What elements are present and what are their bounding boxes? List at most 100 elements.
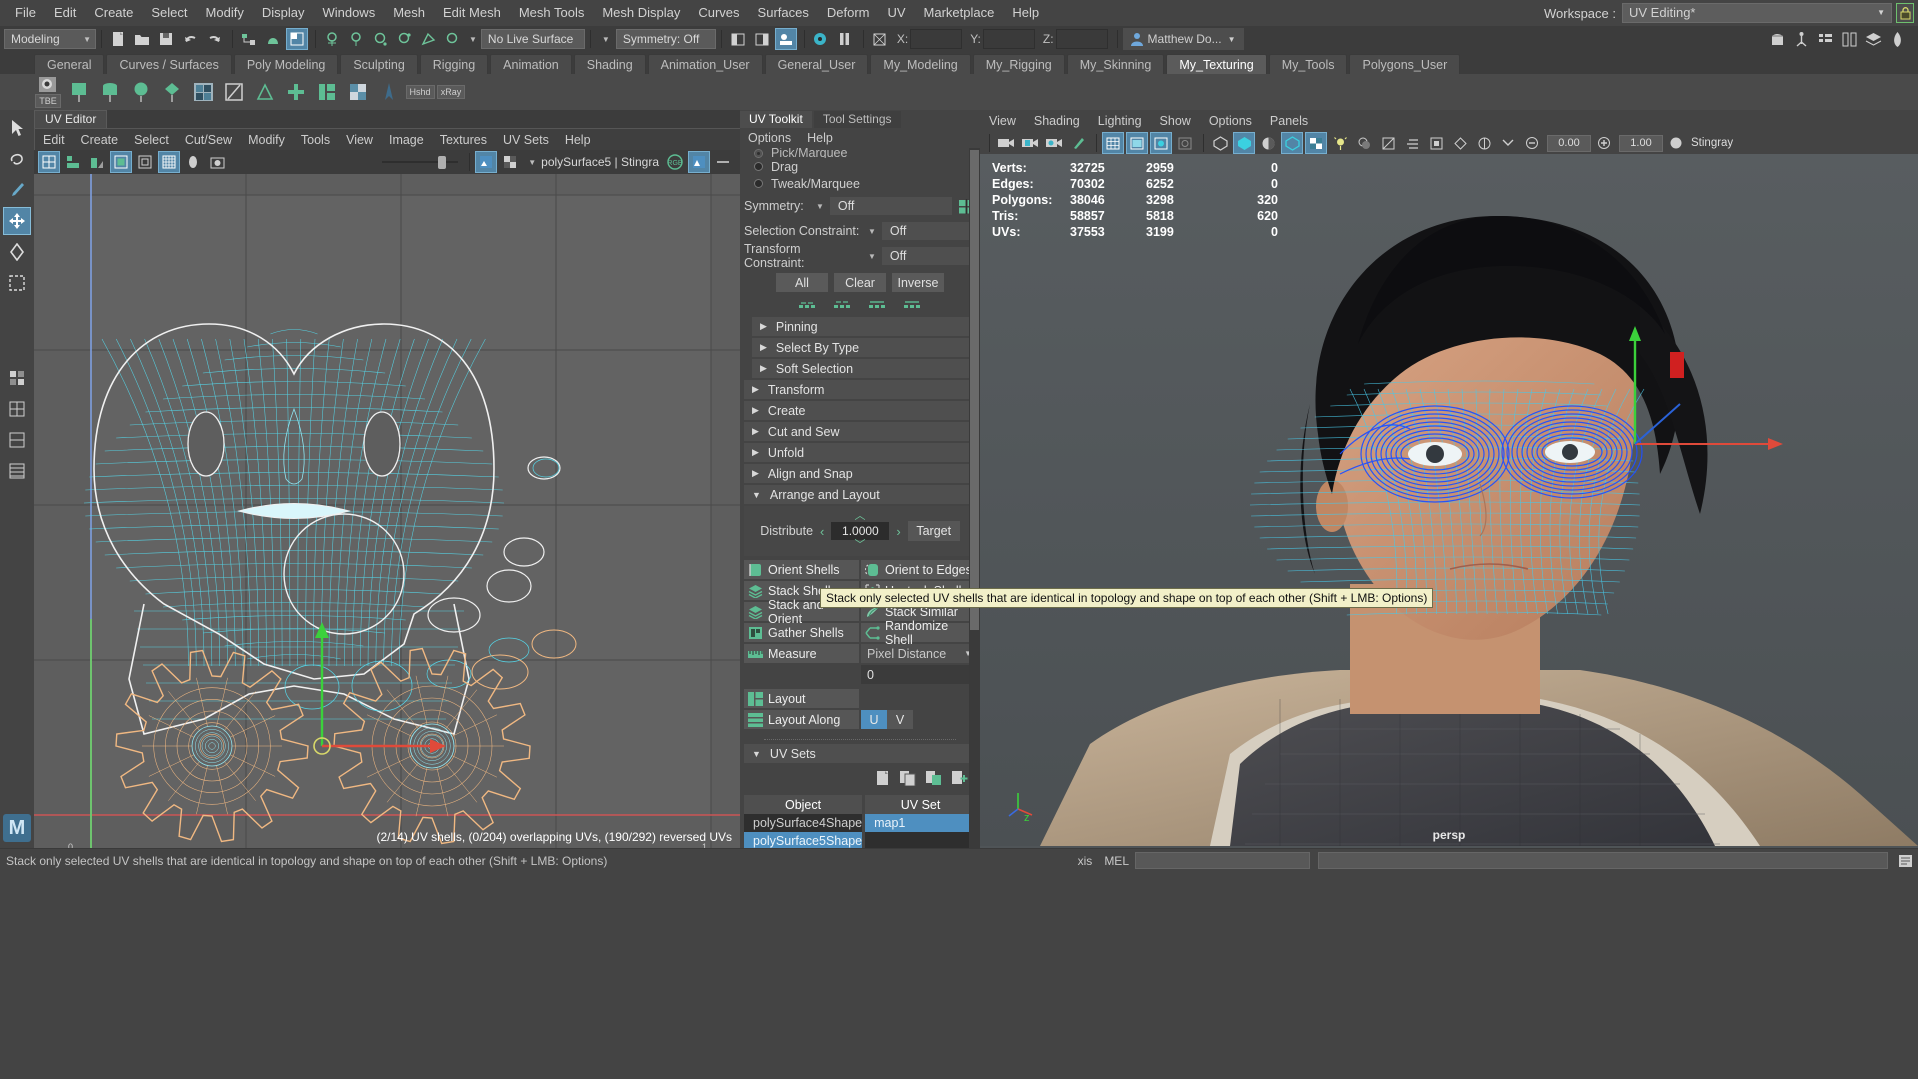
distribute-value-field[interactable]: 1.0000: [831, 522, 889, 540]
measure-value-field[interactable]: 0: [861, 665, 976, 684]
uv-menu-view[interactable]: View: [338, 129, 381, 151]
shade-selected-items-icon[interactable]: [1150, 132, 1172, 154]
uv-editor-tab[interactable]: UV Editor: [34, 110, 107, 128]
shelf-tbe-icon[interactable]: TBE: [34, 77, 62, 107]
uv-display-shaded-icon[interactable]: [62, 151, 84, 173]
symmetry-field[interactable]: Symmetry: Off: [616, 29, 716, 49]
main-menu-edit[interactable]: Edit: [45, 0, 85, 26]
chevron-down-icon[interactable]: ▼: [602, 35, 610, 44]
gather-shells-button[interactable]: Gather Shells: [744, 623, 859, 642]
main-menu-mesh-tools[interactable]: Mesh Tools: [510, 0, 594, 26]
target-button[interactable]: Target: [908, 521, 960, 541]
add-uv-set-icon[interactable]: [952, 770, 968, 789]
camera-attributes-icon[interactable]: [995, 132, 1017, 154]
depth-peeling-icon[interactable]: [1449, 132, 1471, 154]
viewport-menu-options[interactable]: Options: [1200, 110, 1261, 132]
shelf-tab-animation-user[interactable]: Animation_User: [648, 54, 763, 74]
shelf-unfold-icon[interactable]: [375, 77, 403, 107]
move-tool-icon[interactable]: [3, 207, 31, 235]
shelf-tab-general[interactable]: General: [34, 54, 104, 74]
mode-pick-marquee[interactable]: Pick/Marquee: [744, 148, 976, 158]
shelf-tab-animation[interactable]: Animation: [490, 54, 572, 74]
distribute-increment-icon[interactable]: ›: [896, 524, 900, 539]
uv-display-distortion-icon[interactable]: [86, 151, 108, 173]
lasso-tool-icon[interactable]: [3, 145, 31, 173]
object-list-item[interactable]: polySurface4Shape: [744, 814, 862, 832]
texture-display-icon[interactable]: [1305, 132, 1327, 154]
main-menu-create[interactable]: Create: [85, 0, 142, 26]
section-unfold[interactable]: ▶Unfold: [744, 443, 976, 462]
multisample-icon[interactable]: [1425, 132, 1447, 154]
uv-checker-icon[interactable]: [499, 151, 521, 173]
redo-icon[interactable]: [203, 28, 225, 50]
gamma-field[interactable]: 1.00: [1619, 135, 1663, 152]
uv-menu-edit[interactable]: Edit: [35, 129, 73, 151]
selection-constraint-dropdown[interactable]: Off: [882, 222, 976, 240]
color-management-icon[interactable]: [1665, 132, 1687, 154]
toolkit-scrollbar-thumb[interactable]: [970, 150, 979, 630]
main-menu-mesh[interactable]: Mesh: [384, 0, 434, 26]
select-inverse-button[interactable]: Inverse: [892, 273, 944, 292]
toolkit-menu-options[interactable]: Options: [740, 128, 799, 148]
distribute-up-arrow[interactable]: ︿: [748, 512, 972, 521]
uv-editor-canvas[interactable]: 0 1 (2/14) UV shells, (0/204) overlappin…: [34, 174, 740, 848]
chevron-down-icon[interactable]: ▼: [868, 252, 876, 261]
shelf-uv-automatic-icon[interactable]: [158, 77, 186, 107]
rotate-tool-icon[interactable]: [3, 238, 31, 266]
main-menu-edit-mesh[interactable]: Edit Mesh: [434, 0, 510, 26]
main-menu-file[interactable]: File: [6, 0, 45, 26]
playback-record-icon[interactable]: [810, 28, 832, 50]
uv-toolkit-scroll-area[interactable]: Pick/MarqueeDragTweak/Marquee Symmetry: …: [740, 148, 980, 848]
uv-menu-select[interactable]: Select: [126, 129, 177, 151]
transform-constraint-dropdown[interactable]: Off: [882, 247, 976, 265]
wireframe-on-shaded-icon[interactable]: [1174, 132, 1196, 154]
main-menu-help[interactable]: Help: [1003, 0, 1048, 26]
viewport-menu-lighting[interactable]: Lighting: [1089, 110, 1151, 132]
command-input[interactable]: [1135, 852, 1310, 869]
shelf-uv-editor-icon[interactable]: [189, 77, 217, 107]
layout-along-u-button[interactable]: U: [861, 710, 887, 729]
node-editor-icon[interactable]: [1838, 28, 1860, 50]
shelf-uv-layout-icon[interactable]: [313, 77, 341, 107]
x-ray-mode-icon[interactable]: [1257, 132, 1279, 154]
hypershade-icon[interactable]: [1886, 28, 1908, 50]
exposure-field[interactable]: 0.00: [1547, 135, 1591, 152]
section-create[interactable]: ▶Create: [744, 401, 976, 420]
randomize-shell-button[interactable]: Randomize Shell: [861, 623, 976, 642]
mode-tweak-marquee[interactable]: Tweak/Marquee: [744, 175, 976, 192]
viewport-menu-shading[interactable]: Shading: [1025, 110, 1089, 132]
measure-mode-dropdown[interactable]: Pixel Distance ▼: [861, 644, 976, 663]
main-menu-surfaces[interactable]: Surfaces: [749, 0, 818, 26]
uv-rgb-channel-icon[interactable]: RGB: [664, 151, 686, 173]
uv-image-dim-icon[interactable]: [134, 151, 156, 173]
orient-shells-button[interactable]: Orient Shells: [744, 560, 859, 579]
two-sided-lighting-icon[interactable]: [1067, 132, 1089, 154]
uv-snapshot-icon[interactable]: [206, 151, 228, 173]
shelf-tab-my-texturing[interactable]: My_Texturing: [1166, 54, 1266, 74]
uv-menu-help[interactable]: Help: [557, 129, 599, 151]
live-surface-field[interactable]: No Live Surface: [481, 29, 585, 49]
shelf-tab-poly-modeling[interactable]: Poly Modeling: [234, 54, 339, 74]
workspace-selector[interactable]: Workspace : UV Editing* ▼: [1544, 2, 1914, 24]
shelf-uv-cylindrical-icon[interactable]: [96, 77, 124, 107]
section-arrange-and-layout[interactable]: ▼ Arrange and Layout: [744, 485, 976, 504]
main-menu-modify[interactable]: Modify: [197, 0, 253, 26]
select-all-button[interactable]: All: [776, 273, 828, 292]
section-align-and-snap[interactable]: ▶Align and Snap: [744, 464, 976, 483]
uv-menu-modify[interactable]: Modify: [240, 129, 293, 151]
screen-space-ao-icon[interactable]: [1377, 132, 1399, 154]
playback-pause-icon[interactable]: [834, 28, 856, 50]
y-field[interactable]: [983, 29, 1035, 49]
shelf-uv-distribute-icon[interactable]: [282, 77, 310, 107]
select-by-hierarchy-icon[interactable]: [238, 28, 260, 50]
main-menu-windows[interactable]: Windows: [313, 0, 384, 26]
shelf-tab-curves-surfaces[interactable]: Curves / Surfaces: [106, 54, 231, 74]
symmetry-dropdown[interactable]: Off: [830, 197, 952, 215]
snap-to-projected-center-icon[interactable]: [393, 28, 415, 50]
uv-alpha-channel-icon[interactable]: [688, 151, 710, 173]
shadows-icon[interactable]: [1353, 132, 1375, 154]
script-editor-icon[interactable]: [1894, 850, 1916, 872]
shelf-tab-sculpting[interactable]: Sculpting: [340, 54, 417, 74]
main-menu-select[interactable]: Select: [142, 0, 196, 26]
toolkit-menu-help[interactable]: Help: [799, 128, 841, 148]
